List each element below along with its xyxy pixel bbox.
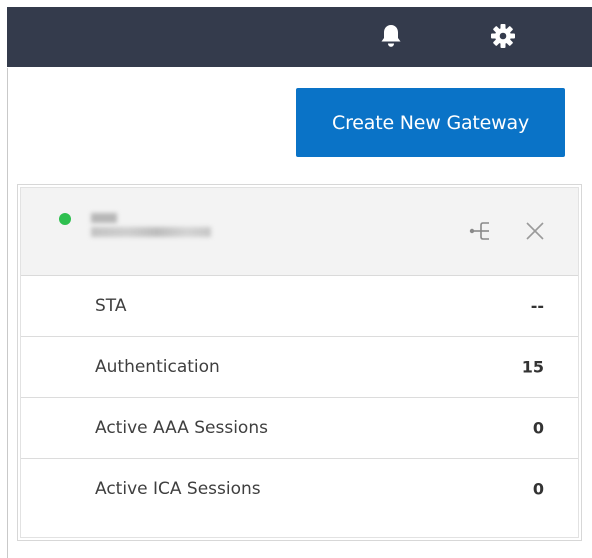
topology-icon[interactable]	[468, 218, 494, 244]
metric-row-active-ica-sessions: Active ICA Sessions 0	[21, 459, 578, 519]
gateway-name-redacted	[91, 209, 221, 249]
panel-edge-divider	[7, 68, 8, 558]
top-bar	[7, 7, 592, 67]
metric-row-authentication: Authentication 15	[21, 337, 578, 398]
metric-label: Active ICA Sessions	[95, 479, 261, 499]
metric-label: STA	[95, 296, 127, 316]
create-new-gateway-button[interactable]: Create New Gateway	[296, 88, 565, 157]
gateway-card: STA -- Authentication 15 Active AAA Sess…	[17, 184, 582, 541]
status-indicator	[59, 213, 71, 225]
gateway-card-body: STA -- Authentication 15 Active AAA Sess…	[20, 187, 579, 538]
gear-icon[interactable]	[488, 21, 518, 51]
metric-row-active-aaa-sessions: Active AAA Sessions 0	[21, 398, 578, 459]
page: Create New Gateway STA -- Authentication…	[0, 0, 592, 558]
metric-label: Active AAA Sessions	[95, 418, 268, 438]
gateway-card-header	[21, 188, 578, 276]
metric-label: Authentication	[95, 357, 220, 377]
metric-row-sta: STA --	[21, 276, 578, 337]
metric-value: 0	[532, 479, 544, 499]
metric-value: 0	[532, 418, 544, 438]
metric-value: 15	[521, 357, 544, 377]
close-icon[interactable]	[524, 220, 546, 242]
metric-value: --	[530, 296, 544, 316]
bell-icon[interactable]	[376, 21, 406, 51]
